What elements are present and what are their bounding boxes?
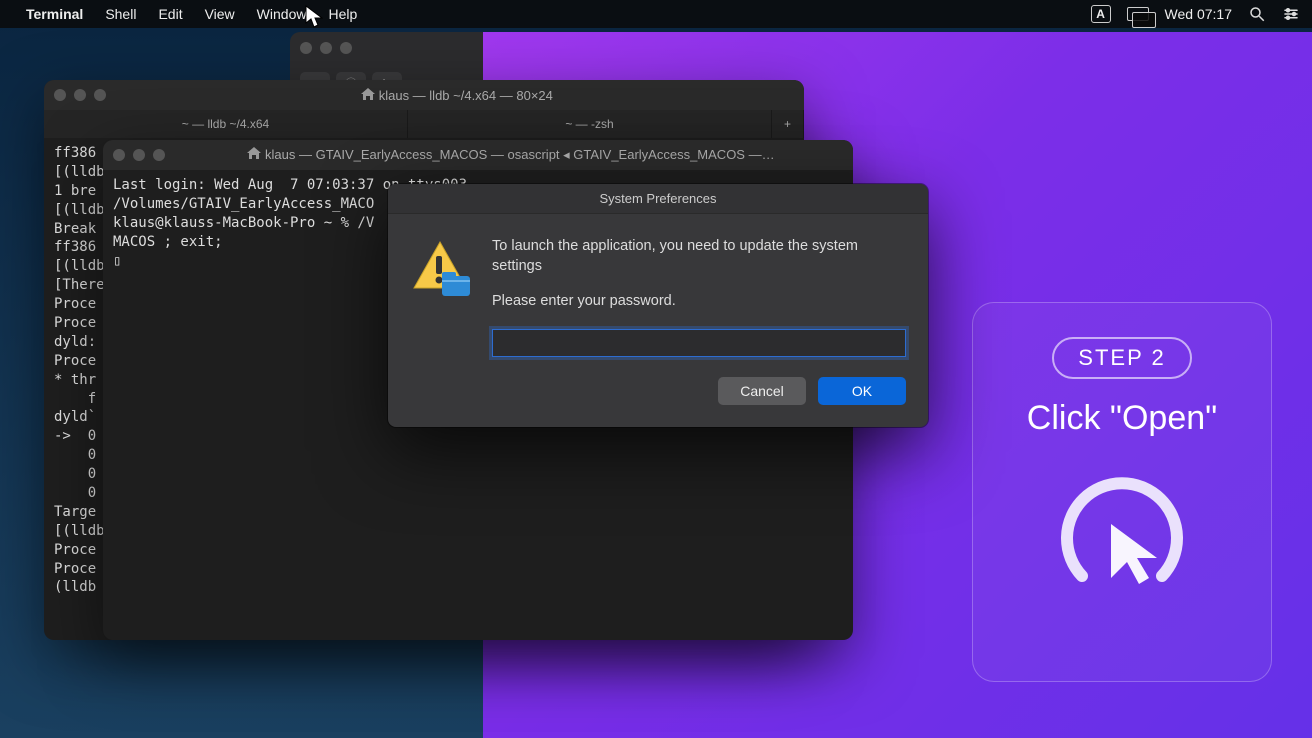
cancel-button[interactable]: Cancel (718, 377, 806, 405)
term1-titlebar[interactable]: klaus — lldb ~/4.x64 — 80×24 (44, 80, 804, 110)
window-traffic-lights[interactable] (54, 89, 106, 101)
step-text: Click "Open" (1027, 399, 1217, 438)
step-pill: STEP 2 (1052, 337, 1191, 379)
term1-tab-zsh[interactable]: ~ — -zsh (408, 110, 772, 138)
screen-mirroring-icon[interactable] (1127, 7, 1149, 21)
password-input[interactable] (492, 329, 906, 357)
window-traffic-lights[interactable] (300, 42, 352, 54)
term1-tabs: ~ — lldb ~/4.x64 ~ — -zsh + (44, 110, 804, 138)
minimize-dot-icon[interactable] (74, 89, 86, 101)
home-icon (361, 88, 375, 100)
minimize-dot-icon[interactable] (320, 42, 332, 54)
zoom-dot-icon[interactable] (340, 42, 352, 54)
password-dialog: System Preferences To launch the applica… (388, 184, 928, 427)
open-cursor-icon (1047, 466, 1197, 616)
mouse-cursor-icon (305, 5, 323, 29)
spotlight-icon[interactable] (1248, 5, 1266, 23)
menu-shell[interactable]: Shell (105, 6, 136, 22)
home-icon (247, 147, 261, 159)
menu-view[interactable]: View (205, 6, 235, 22)
menu-window[interactable]: Window (257, 6, 307, 22)
control-center-icon[interactable] (1282, 5, 1300, 23)
step-card: STEP 2 Click "Open" (972, 302, 1272, 682)
dialog-message-2: Please enter your password. (492, 291, 906, 311)
menubar: Terminal Shell Edit View Window Help A W… (0, 0, 1312, 28)
ok-button[interactable]: OK (818, 377, 906, 405)
window-traffic-lights[interactable] (113, 149, 165, 161)
term2-titlebar[interactable]: klaus — GTAIV_EarlyAccess_MACOS — osascr… (103, 140, 853, 170)
dialog-title: System Preferences (388, 184, 928, 214)
term1-tab-lldb[interactable]: ~ — lldb ~/4.x64 (44, 110, 408, 138)
menubar-clock[interactable]: Wed 07:17 (1165, 6, 1232, 22)
menu-edit[interactable]: Edit (158, 6, 182, 22)
menu-app[interactable]: Terminal (26, 6, 83, 22)
dialog-message-1: To launch the application, you need to u… (492, 236, 906, 277)
input-source-icon[interactable]: A (1091, 5, 1111, 23)
term1-title: klaus — lldb ~/4.x64 — 80×24 (120, 88, 794, 103)
term2-title: klaus — GTAIV_EarlyAccess_MACOS — osascr… (179, 147, 843, 163)
close-dot-icon[interactable] (300, 42, 312, 54)
warning-folder-icon (410, 236, 474, 357)
close-dot-icon[interactable] (113, 149, 125, 161)
zoom-dot-icon[interactable] (153, 149, 165, 161)
close-dot-icon[interactable] (54, 89, 66, 101)
menu-help[interactable]: Help (328, 6, 357, 22)
minimize-dot-icon[interactable] (133, 149, 145, 161)
new-tab-button[interactable]: + (772, 110, 804, 138)
zoom-dot-icon[interactable] (94, 89, 106, 101)
